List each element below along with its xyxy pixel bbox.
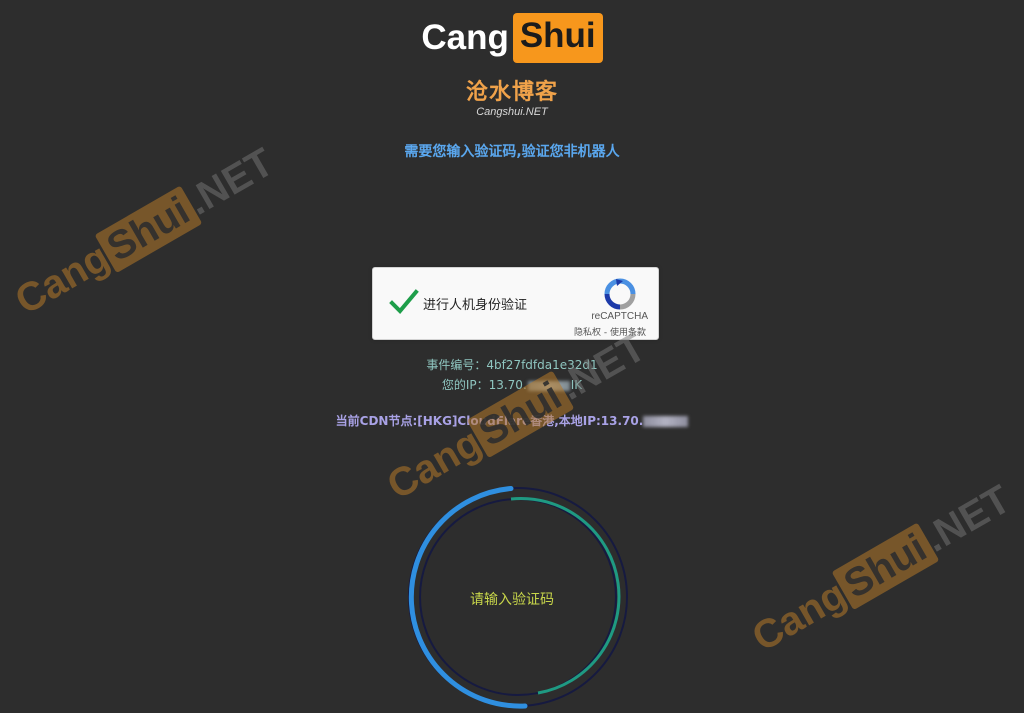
client-ip: 您的IP：13.70. IK (0, 376, 1024, 393)
ring-prompt: 请输入验证码 (470, 592, 554, 608)
cdn-text: 当前CDN节点:[HKG]CloudFlare香港,本地IP:13.70. (335, 414, 644, 428)
logo-text-left: Cang (421, 18, 509, 57)
ip-prefix: 您的IP：13.70. (441, 378, 527, 392)
logo-text-right: Shui (512, 13, 603, 63)
logo-subtitle: 沧水博客 Cangshui.NET (0, 74, 1024, 118)
event-id: 事件编号：4bf27fdfda1e32d1 (426, 358, 598, 372)
local-ip-redacted (643, 416, 689, 427)
watermark-left: Cang (8, 235, 117, 324)
ip-suffix: IK (570, 378, 583, 392)
watermark: CangShui.NET (8, 140, 281, 324)
watermark-left: Cang (745, 572, 854, 661)
checkmark-icon[interactable] (389, 288, 419, 316)
watermark-suffix: .NET (917, 477, 1018, 561)
watermark-right: Shui (94, 185, 203, 274)
recaptcha-brand: reCAPTCHA (591, 311, 648, 322)
recaptcha-label[interactable]: 进行人机身份验证 (423, 294, 527, 313)
cdn-node-info: 当前CDN节点:[HKG]CloudFlare香港,本地IP:13.70. (0, 412, 1024, 429)
recaptcha-logo-icon (604, 278, 636, 310)
recaptcha-widget[interactable]: 进行人机身份验证 reCAPTCHA 隐私权 - 使用条款 (372, 267, 659, 340)
site-logo: Cang Shui (0, 12, 1024, 64)
ip-redacted (527, 380, 570, 391)
recaptcha-terms-link[interactable]: 隐私权 - 使用条款 (574, 325, 646, 338)
logo-english: Cangshui.NET (476, 106, 548, 118)
logo-chinese: 沧水博客 (465, 80, 558, 105)
captcha-notice: 需要您输入验证码,验证您非机器人 (404, 144, 620, 160)
watermark: CangShui.NET (745, 477, 1018, 661)
